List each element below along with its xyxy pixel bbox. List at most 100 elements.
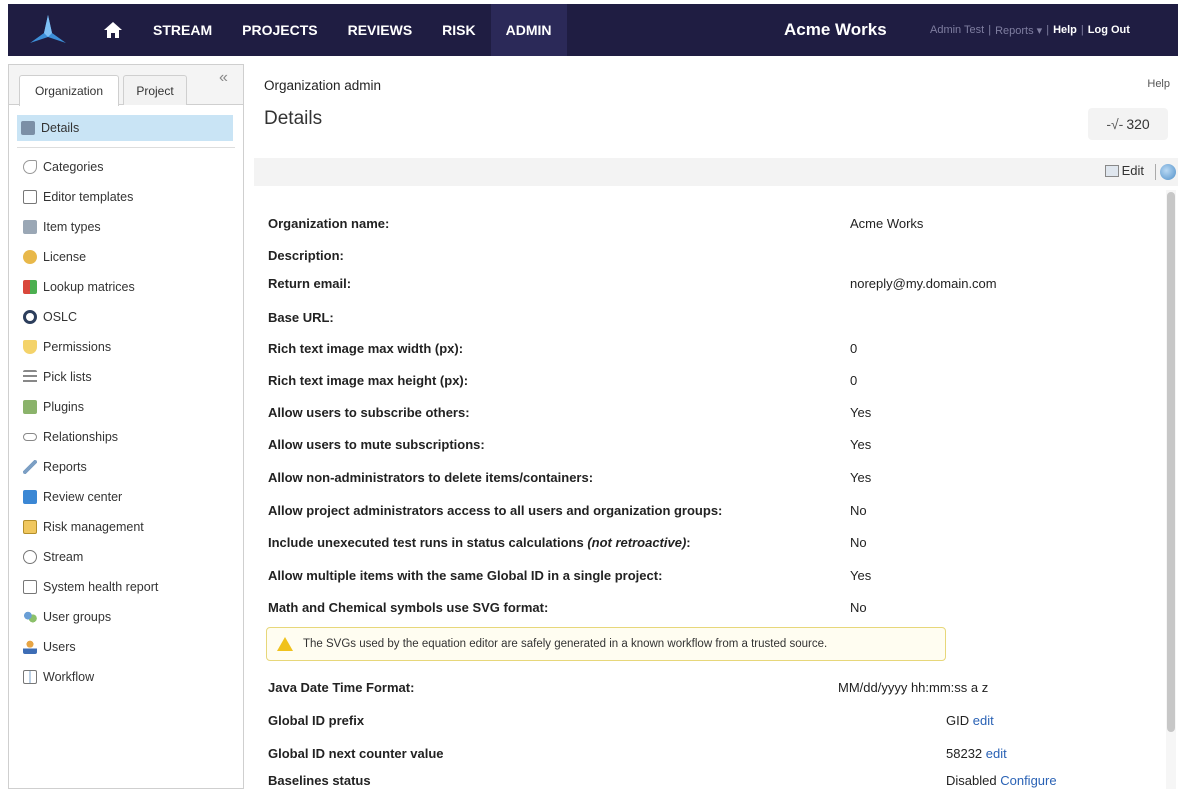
- breadcrumb[interactable]: Organization admin: [264, 78, 381, 93]
- tab-organization[interactable]: Organization: [19, 75, 119, 106]
- top-nav-bar: STREAM PROJECTS REVIEWS RISK ADMIN Acme …: [8, 4, 1178, 56]
- reports-menu[interactable]: Reports ▾: [995, 24, 1042, 37]
- user-menu[interactable]: Admin Test: [930, 24, 984, 36]
- sidebar-item-label: System health report: [43, 580, 159, 594]
- nav-admin[interactable]: ADMIN: [490, 4, 567, 56]
- property-label: Global ID next counter value: [268, 746, 444, 761]
- property-row: Allow users to subscribe others: Yes: [268, 403, 1158, 423]
- property-value: Acme Works: [850, 216, 924, 231]
- sidebar-item-lookup-matrices[interactable]: Lookup matrices: [9, 272, 243, 302]
- activity-count: 320: [1126, 116, 1150, 132]
- help-link[interactable]: Help: [1147, 78, 1170, 90]
- edit-icon: [1104, 164, 1119, 177]
- sidebar-item-risk-management[interactable]: Risk management: [9, 512, 243, 542]
- sidebar-item-label: Users: [43, 640, 76, 654]
- sidebar-item-item-types[interactable]: Item types: [9, 212, 243, 242]
- reports-icon: [23, 460, 37, 474]
- sidebar-tabs: Organization Project «: [9, 65, 243, 106]
- sidebar-item-workflow[interactable]: Workflow: [9, 662, 243, 692]
- lookup-matrices-icon: [23, 280, 37, 294]
- sidebar-item-review-center[interactable]: Review center: [9, 482, 243, 512]
- edit-global-id-counter-link[interactable]: edit: [986, 746, 1007, 761]
- property-label: Return email:: [268, 276, 352, 291]
- sidebar-item-categories[interactable]: Categories: [9, 152, 243, 182]
- sidebar-item-users[interactable]: Users: [9, 632, 243, 662]
- sidebar-item-label: Lookup matrices: [43, 280, 135, 294]
- home-icon[interactable]: [88, 4, 138, 56]
- sidebar-item-details[interactable]: Details: [17, 115, 233, 141]
- sidebar-item-label: Item types: [43, 220, 101, 234]
- property-row: Baselines status Disabled Configure: [268, 771, 1158, 789]
- user-links: Admin Test | Reports ▾ | Help | Log Out: [930, 4, 1130, 56]
- scrollbar-thumb[interactable]: [1167, 192, 1175, 732]
- property-row: Allow project administrators access to a…: [268, 501, 1158, 521]
- svg-warning-banner: The SVGs used by the equation editor are…: [266, 627, 946, 661]
- property-row: Math and Chemical symbols use SVG format…: [268, 598, 1158, 618]
- nav-stream[interactable]: STREAM: [138, 4, 227, 56]
- warning-icon: [277, 637, 293, 651]
- property-value: 0: [850, 341, 858, 356]
- nav-reviews[interactable]: REVIEWS: [333, 4, 428, 56]
- help-link[interactable]: Help: [1053, 24, 1077, 36]
- property-value: Yes: [850, 470, 872, 485]
- activity-counter[interactable]: -√- 320: [1088, 108, 1168, 140]
- property-label: Allow users to subscribe others:: [268, 405, 470, 420]
- property-row: Allow users to mute subscriptions: Yes: [268, 435, 1158, 455]
- pick-lists-icon: [23, 370, 37, 384]
- property-row: Allow non-administrators to delete items…: [268, 468, 1158, 488]
- property-label: Java Date Time Format:: [268, 680, 415, 695]
- property-label: Organization name:: [268, 216, 390, 231]
- sidebar-item-license[interactable]: License: [9, 242, 243, 272]
- sidebar-item-permissions[interactable]: Permissions: [9, 332, 243, 362]
- stream-icon: [23, 550, 37, 564]
- sidebar-item-relationships[interactable]: Relationships: [9, 422, 243, 452]
- configure-baselines-link[interactable]: Configure: [1000, 773, 1056, 788]
- property-value: noreply@my.domain.com: [850, 276, 997, 291]
- property-row: Rich text image max width (px): 0: [268, 339, 1158, 359]
- divider: [1155, 164, 1156, 180]
- sidebar: Organization Project « Details Categorie…: [8, 64, 244, 789]
- property-row: Return email: noreply@my.domain.com: [268, 274, 1158, 294]
- collapse-sidebar-icon[interactable]: «: [219, 69, 228, 87]
- sidebar-item-label: Review center: [43, 490, 123, 504]
- user-groups-icon: [23, 610, 37, 624]
- sidebar-item-oslc[interactable]: OSLC: [9, 302, 243, 332]
- sidebar-item-user-groups[interactable]: User groups: [9, 602, 243, 632]
- global-id-prefix-value: GID: [946, 713, 970, 728]
- divider: |: [988, 24, 992, 36]
- globe-icon[interactable]: [1160, 164, 1176, 180]
- logo-icon[interactable]: [8, 4, 88, 56]
- property-label-colon: :: [686, 535, 691, 550]
- property-row: Organization name: Acme Works: [268, 214, 1158, 234]
- plugins-icon: [23, 400, 37, 414]
- logout-link[interactable]: Log Out: [1088, 24, 1130, 36]
- property-value: Yes: [850, 568, 872, 583]
- edit-button[interactable]: Edit: [1104, 163, 1144, 178]
- tab-project[interactable]: Project: [123, 75, 187, 105]
- property-label: Include unexecuted test runs in status c…: [268, 535, 691, 550]
- property-row: Global ID prefix GID edit: [268, 711, 1158, 731]
- sidebar-item-plugins[interactable]: Plugins: [9, 392, 243, 422]
- property-label: Allow users to mute subscriptions:: [268, 437, 485, 452]
- property-row: Allow multiple items with the same Globa…: [268, 566, 1158, 586]
- sidebar-item-reports[interactable]: Reports: [9, 452, 243, 482]
- nav-risk[interactable]: RISK: [427, 4, 490, 56]
- workflow-icon: [23, 670, 37, 684]
- sidebar-item-system-health-report[interactable]: System health report: [9, 572, 243, 602]
- property-value: GID edit: [946, 713, 994, 728]
- divider: |: [1046, 24, 1050, 36]
- sidebar-item-stream[interactable]: Stream: [9, 542, 243, 572]
- sidebar-item-pick-lists[interactable]: Pick lists: [9, 362, 243, 392]
- sidebar-item-editor-templates[interactable]: Editor templates: [9, 182, 243, 212]
- editor-templates-icon: [23, 190, 37, 204]
- sidebar-item-label: Editor templates: [43, 190, 134, 204]
- property-value: No: [850, 535, 867, 550]
- system-health-report-icon: [23, 580, 37, 594]
- edit-global-id-prefix-link[interactable]: edit: [973, 713, 994, 728]
- property-label: Allow project administrators access to a…: [268, 503, 723, 518]
- nav-projects[interactable]: PROJECTS: [227, 4, 332, 56]
- users-icon: [23, 640, 37, 654]
- property-value: No: [850, 600, 867, 615]
- sidebar-item-label: Reports: [43, 460, 87, 474]
- details-toolbar: Edit: [254, 158, 1178, 186]
